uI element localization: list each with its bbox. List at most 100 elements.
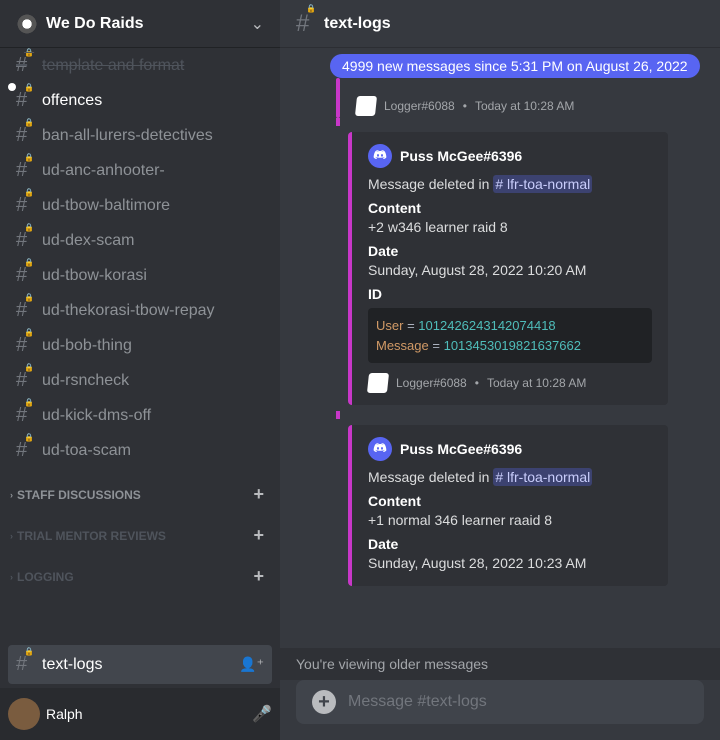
server-header[interactable]: We Do Raids ⌄	[0, 0, 280, 48]
category-label: LOGGING	[17, 570, 74, 584]
hash-icon: #	[16, 194, 36, 217]
date-label: Date	[368, 536, 652, 552]
new-messages-banner-row: 4999 new messages since 5:31 PM on Augus…	[280, 48, 720, 84]
server-icon	[16, 13, 38, 35]
channel-mention[interactable]: # lfr-toa-normal	[493, 175, 592, 193]
category-header[interactable]: › TRIAL MENTOR REVIEWS +	[8, 509, 272, 550]
add-channel-icon[interactable]: +	[253, 525, 264, 546]
chevron-down-icon: ⌄	[251, 14, 264, 34]
content-value: +2 w346 learner raid 8	[368, 219, 652, 235]
hash-icon: #	[16, 334, 36, 357]
deleted-in-line: Message deleted in # lfr-toa-normal	[368, 469, 652, 485]
footer-time: Today at 10:28 AM	[475, 99, 574, 113]
message-row: Puss McGee#6396 Message deleted in # lfr…	[280, 419, 720, 592]
message-input-bar: +	[296, 680, 704, 724]
hash-icon: #	[16, 124, 36, 147]
channel-label: ud-dex-scam	[42, 232, 134, 250]
hash-icon: #	[16, 299, 36, 322]
channel-text-logs[interactable]: # text-logs 👤⁺	[8, 645, 272, 684]
category-label: STAFF DISCUSSIONS	[17, 488, 141, 502]
channel-list: # template and format # offences # ban-all-lu…	[0, 48, 280, 641]
hash-icon: #	[16, 369, 36, 392]
channel-label: template and format	[42, 57, 184, 75]
message-input[interactable]	[348, 693, 688, 711]
channel-label: text-logs	[42, 656, 102, 674]
channel-item[interactable]: # ud-kick-dms-off	[8, 398, 272, 433]
date-value: Sunday, August 28, 2022 10:20 AM	[368, 262, 652, 278]
chevron-right-icon: ›	[10, 531, 13, 541]
message-row: Logger#6088 • Today at 10:28 AM	[280, 84, 720, 118]
server-name: We Do Raids	[46, 15, 251, 33]
discord-icon	[368, 144, 392, 168]
channel-label: offences	[42, 92, 102, 110]
date-value: Sunday, August 28, 2022 10:23 AM	[368, 555, 652, 571]
channel-item[interactable]: #ud-anc-anhooter-	[8, 153, 272, 188]
category-label: TRIAL MENTOR REVIEWS	[17, 529, 166, 543]
logger-icon	[355, 96, 377, 116]
category-header[interactable]: › STAFF DISCUSSIONS +	[8, 468, 272, 509]
content-label: Content	[368, 200, 652, 216]
message-area: 4999 new messages since 5:31 PM on Augus…	[280, 48, 720, 648]
hash-lock-icon: #	[296, 10, 316, 38]
embed-footer: Logger#6088 • Today at 10:28 AM	[356, 96, 574, 116]
channel-label: ud-anc-anhooter-	[42, 162, 165, 180]
channel-item[interactable]: # ud-rsncheck	[8, 363, 272, 398]
hash-lock-icon: #	[16, 653, 36, 676]
hash-icon: #	[16, 54, 36, 77]
channel-mention[interactable]: # lfr-toa-normal	[493, 468, 592, 486]
channel-label: ud-toa-scam	[42, 442, 131, 460]
channel-label: ud-tbow-korasi	[42, 267, 147, 285]
content-value: +1 normal 346 learner raaid 8	[368, 512, 652, 528]
channel-title: text-logs	[324, 15, 391, 33]
date-label: Date	[368, 243, 652, 259]
deleted-message-embed: Puss McGee#6396 Message deleted in # lfr…	[348, 132, 668, 405]
unread-indicator	[8, 83, 16, 91]
embed-author: Puss McGee#6396	[400, 148, 522, 164]
channel-label: ud-kick-dms-off	[42, 407, 151, 425]
channel-item[interactable]: # ban-all-lurers-detectives	[8, 118, 272, 153]
deleted-in-line: Message deleted in # lfr-toa-normal	[368, 176, 652, 192]
mic-icon[interactable]: 🎤	[252, 704, 272, 724]
older-messages-bar[interactable]: You're viewing older messages	[280, 648, 720, 680]
logger-icon	[367, 373, 389, 393]
category-header[interactable]: › LOGGING +	[8, 550, 272, 591]
bottom-area: You're viewing older messages +	[280, 648, 720, 740]
avatar[interactable]	[8, 698, 40, 730]
id-code-block: User = 1012426243142074418 Message = 101…	[368, 308, 652, 363]
deleted-message-embed: Puss McGee#6396 Message deleted in # lfr…	[348, 425, 668, 586]
content-label: Content	[368, 493, 652, 509]
channel-item[interactable]: # ud-tbow-baltimore	[8, 188, 272, 223]
channel-item[interactable]: # template and format	[8, 48, 272, 83]
channel-item[interactable]: # ud-tbow-korasi	[8, 258, 272, 293]
new-messages-banner[interactable]: 4999 new messages since 5:31 PM on Augus…	[330, 54, 700, 78]
hash-icon: #	[16, 264, 36, 287]
message-row: Puss McGee#6396 Message deleted in # lfr…	[280, 126, 720, 411]
add-channel-icon[interactable]: +	[253, 484, 264, 505]
channel-item[interactable]: # ud-toa-scam	[8, 433, 272, 468]
attach-icon[interactable]: +	[312, 690, 336, 714]
hash-icon: #	[16, 439, 36, 462]
footer-time: Today at 10:28 AM	[487, 376, 586, 390]
channel-label: ud-thekorasi-tbow-repay	[42, 302, 215, 320]
channel-label: ban-all-lurers-detectives	[42, 127, 213, 145]
footer-author: Logger#6088	[396, 376, 467, 390]
channel-label: ud-bob-thing	[42, 337, 132, 355]
channel-sidebar: We Do Raids ⌄ # template and format # offen…	[0, 0, 280, 740]
add-channel-icon[interactable]: +	[253, 566, 264, 587]
channel-label: ud-tbow-baltimore	[42, 197, 170, 215]
channel-item[interactable]: # ud-bob-thing	[8, 328, 272, 363]
channel-item[interactable]: # ud-thekorasi-tbow-repay	[8, 293, 272, 328]
channel-label: ud-rsncheck	[42, 372, 129, 390]
id-label: ID	[368, 286, 652, 302]
chevron-right-icon: ›	[10, 572, 13, 582]
channel-item[interactable]: # ud-dex-scam	[8, 223, 272, 258]
add-user-icon[interactable]: 👤⁺	[239, 656, 264, 673]
discord-icon	[368, 437, 392, 461]
hash-icon: #	[16, 404, 36, 427]
chevron-right-icon: ›	[10, 490, 13, 500]
hash-icon: #	[16, 89, 36, 112]
embed-footer: Logger#6088 • Today at 10:28 AM	[368, 373, 652, 393]
channel-item[interactable]: # offences	[8, 83, 272, 118]
username: Ralph	[46, 706, 246, 722]
hash-icon: #	[16, 229, 36, 252]
